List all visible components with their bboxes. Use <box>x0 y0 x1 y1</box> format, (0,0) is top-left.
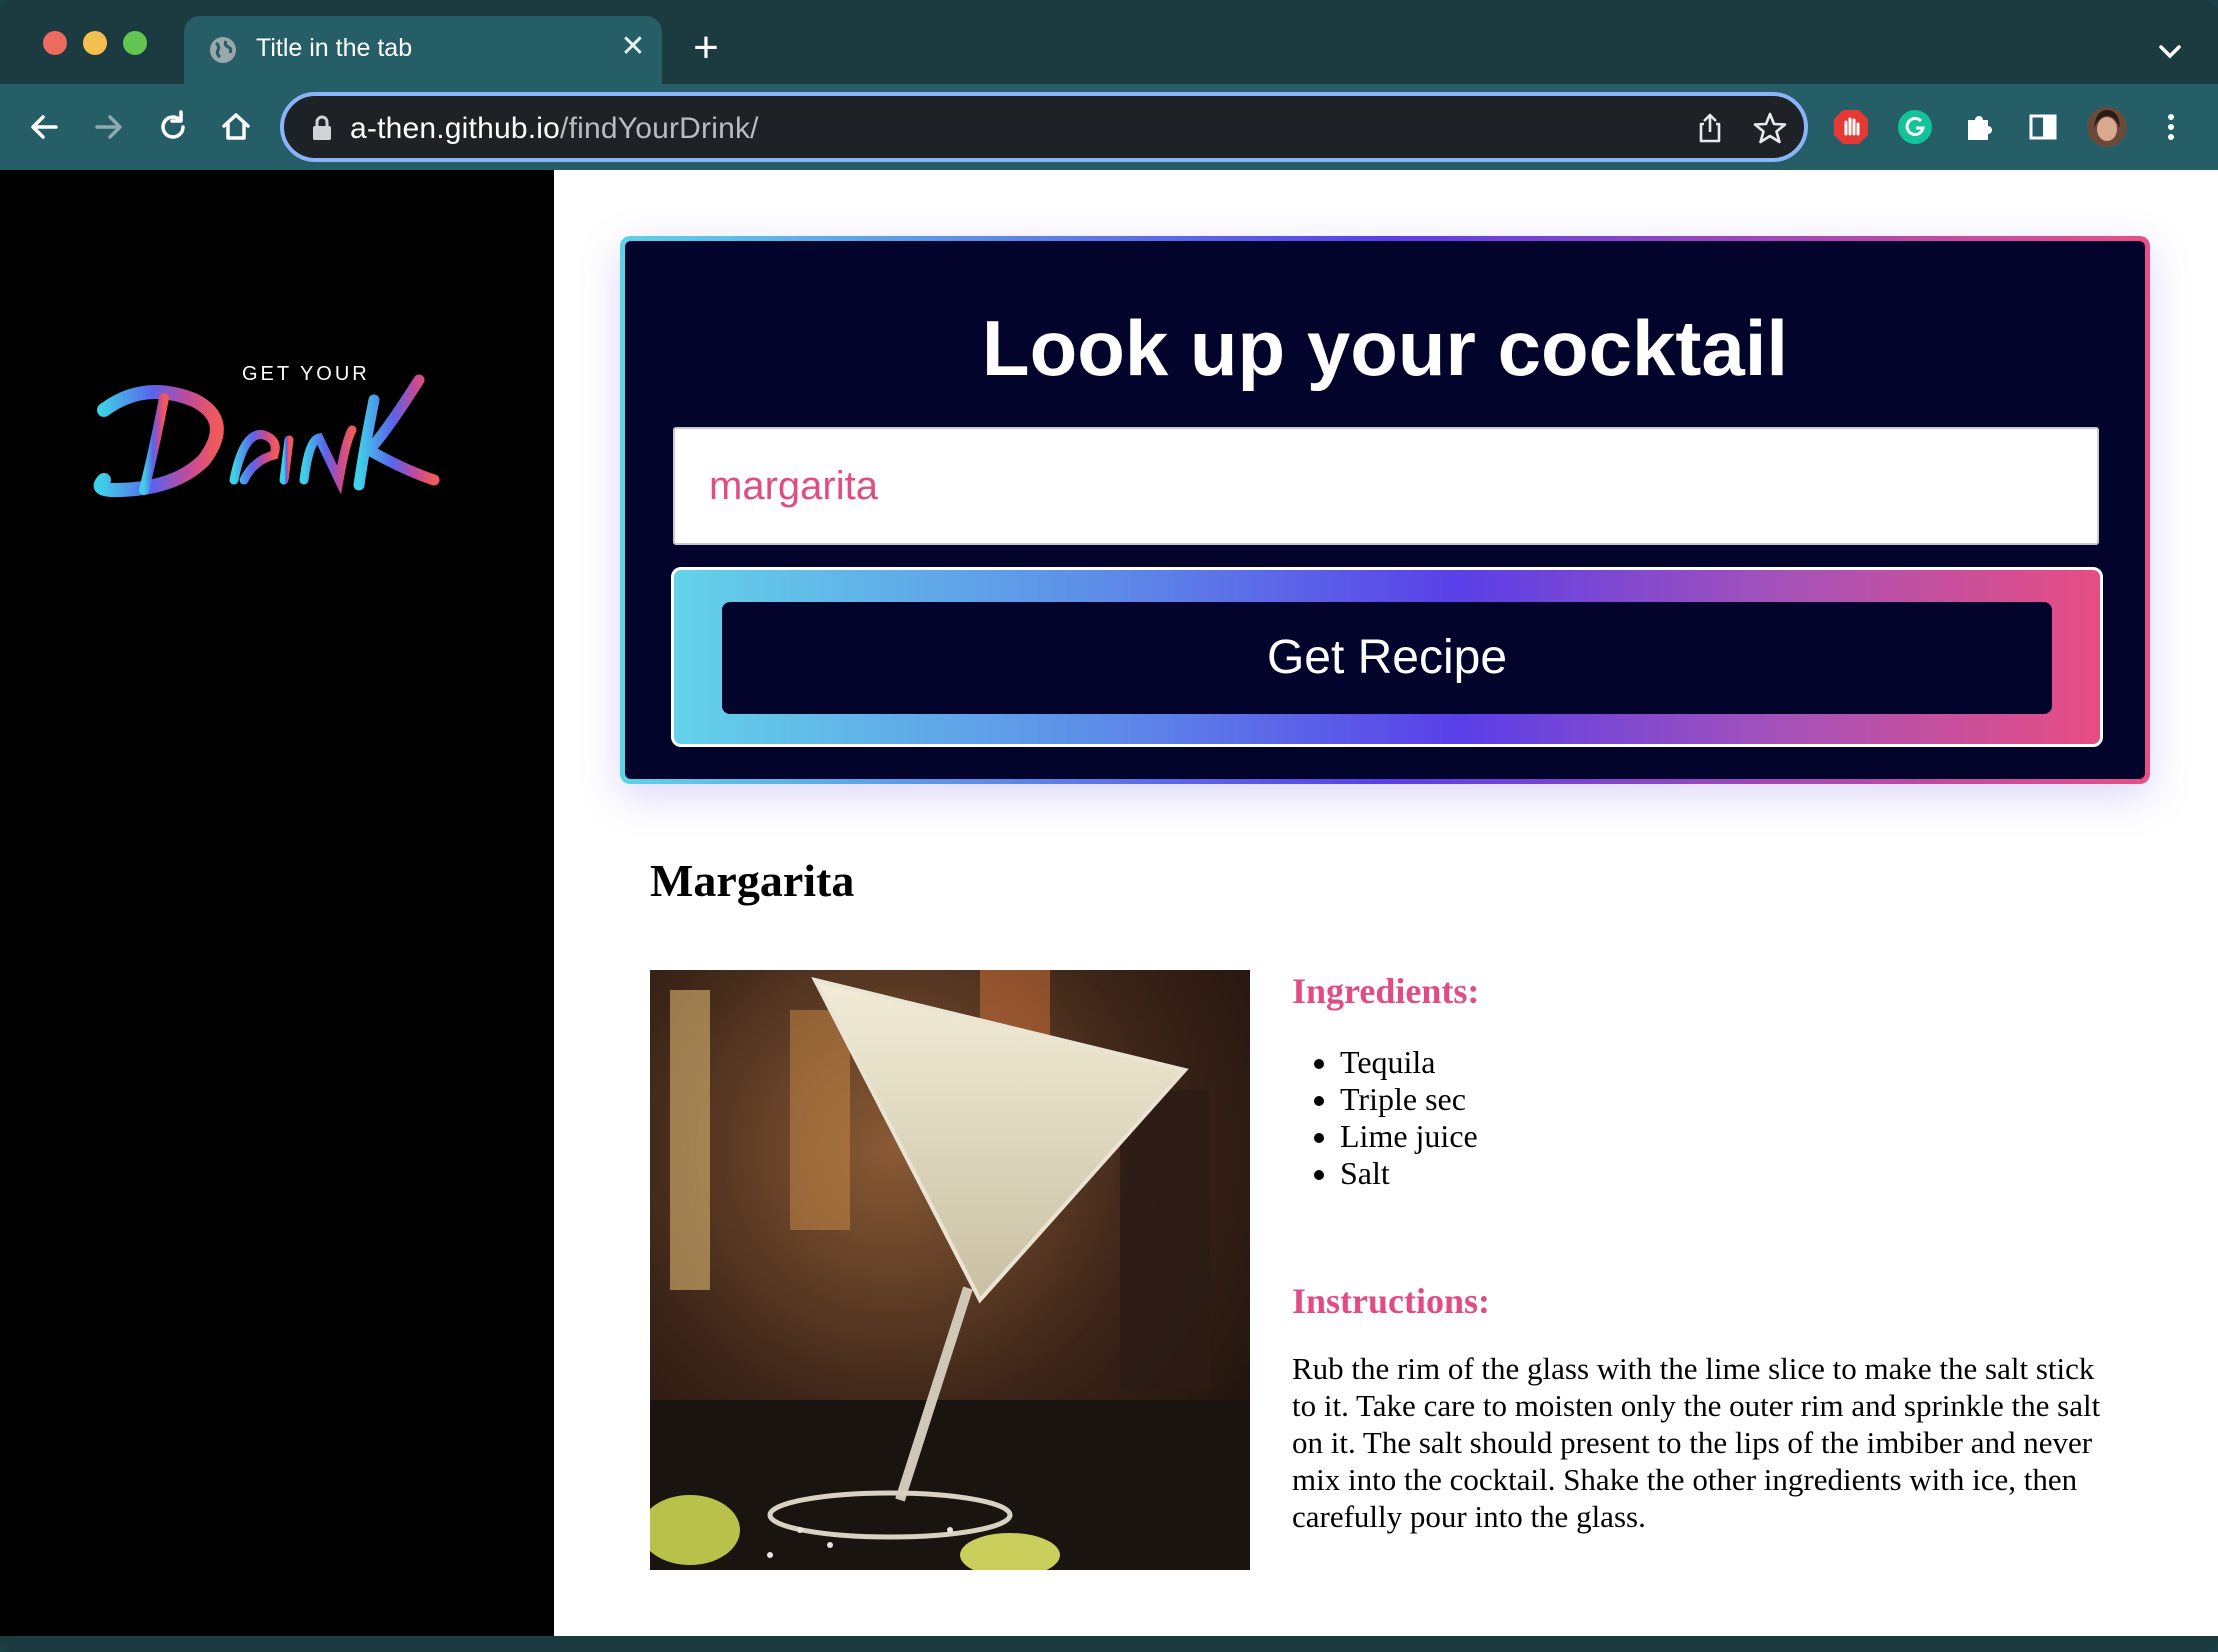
globe-icon <box>210 37 236 63</box>
drink-name: Margarita <box>650 855 855 906</box>
star-icon[interactable] <box>1752 110 1788 146</box>
forward-arrow-icon[interactable] <box>83 102 133 152</box>
grammarly-icon[interactable] <box>1890 102 1940 152</box>
plus-icon[interactable]: + <box>686 26 726 70</box>
minimize-window-button[interactable] <box>83 31 107 55</box>
back-arrow-icon[interactable] <box>20 102 70 152</box>
url-path: /findYourDrink/ <box>560 112 759 145</box>
cocktail-search-input[interactable] <box>673 427 2099 545</box>
ingredient-item: Tequila <box>1340 1044 1478 1081</box>
get-recipe-button[interactable]: Get Recipe <box>722 602 2052 714</box>
address-bar[interactable]: a-then.github.io/findYourDrink/ <box>280 92 1808 162</box>
search-card-body: Look up your cocktail Get Recipe <box>625 241 2145 779</box>
window-bottom-edge <box>0 1636 2218 1652</box>
sidebar: GET YOUR <box>0 170 554 1636</box>
drink-photo <box>650 970 1250 1570</box>
close-window-button[interactable] <box>43 31 67 55</box>
web-page: GET YOUR Look up your cocktail Get Recip… <box>0 170 2218 1636</box>
tab-active[interactable]: Title in the tab ✕ <box>184 16 662 84</box>
tab-title: Title in the tab <box>256 34 413 62</box>
maximize-window-button[interactable] <box>123 31 147 55</box>
browser-window: Title in the tab ✕ + a-then.github.io/fi… <box>0 0 2218 1652</box>
ingredients-list: Tequila Triple sec Lime juice Salt <box>1340 1044 1478 1192</box>
instructions-heading: Instructions: <box>1292 1281 1491 1321</box>
ingredient-item: Salt <box>1340 1155 1478 1192</box>
search-card: Look up your cocktail Get Recipe <box>620 236 2150 784</box>
kebab-menu-icon[interactable] <box>2146 102 2196 152</box>
ingredients-heading: Ingredients: <box>1292 971 1480 1011</box>
puzzle-icon[interactable] <box>1954 102 2004 152</box>
url-text: a-then.github.io/findYourDrink/ <box>350 112 759 146</box>
lock-icon[interactable] <box>310 114 334 142</box>
home-icon[interactable] <box>211 102 261 152</box>
ingredient-item: Triple sec <box>1340 1081 1478 1118</box>
reload-icon[interactable] <box>148 102 198 152</box>
sidepanel-icon[interactable] <box>2018 102 2068 152</box>
adblock-icon[interactable] <box>1826 102 1876 152</box>
close-icon[interactable]: ✕ <box>616 30 650 64</box>
tab-strip: Title in the tab ✕ + <box>0 0 2218 84</box>
share-icon[interactable] <box>1692 110 1728 146</box>
avatar[interactable] <box>2082 102 2132 152</box>
svg-text:GET YOUR: GET YOUR <box>242 363 370 385</box>
get-recipe-button-frame[interactable]: Get Recipe <box>671 567 2103 747</box>
browser-toolbar: a-then.github.io/findYourDrink/ <box>0 84 2218 170</box>
chevron-down-icon[interactable] <box>2150 32 2190 72</box>
get-your-drink-logo: GET YOUR <box>93 363 440 498</box>
page-title: Look up your cocktail <box>981 304 1789 392</box>
url-host: a-then.github.io <box>350 112 561 145</box>
ingredient-item: Lime juice <box>1340 1118 1478 1155</box>
instructions-text: Rub the rim of the glass with the lime s… <box>1292 1351 2101 1534</box>
